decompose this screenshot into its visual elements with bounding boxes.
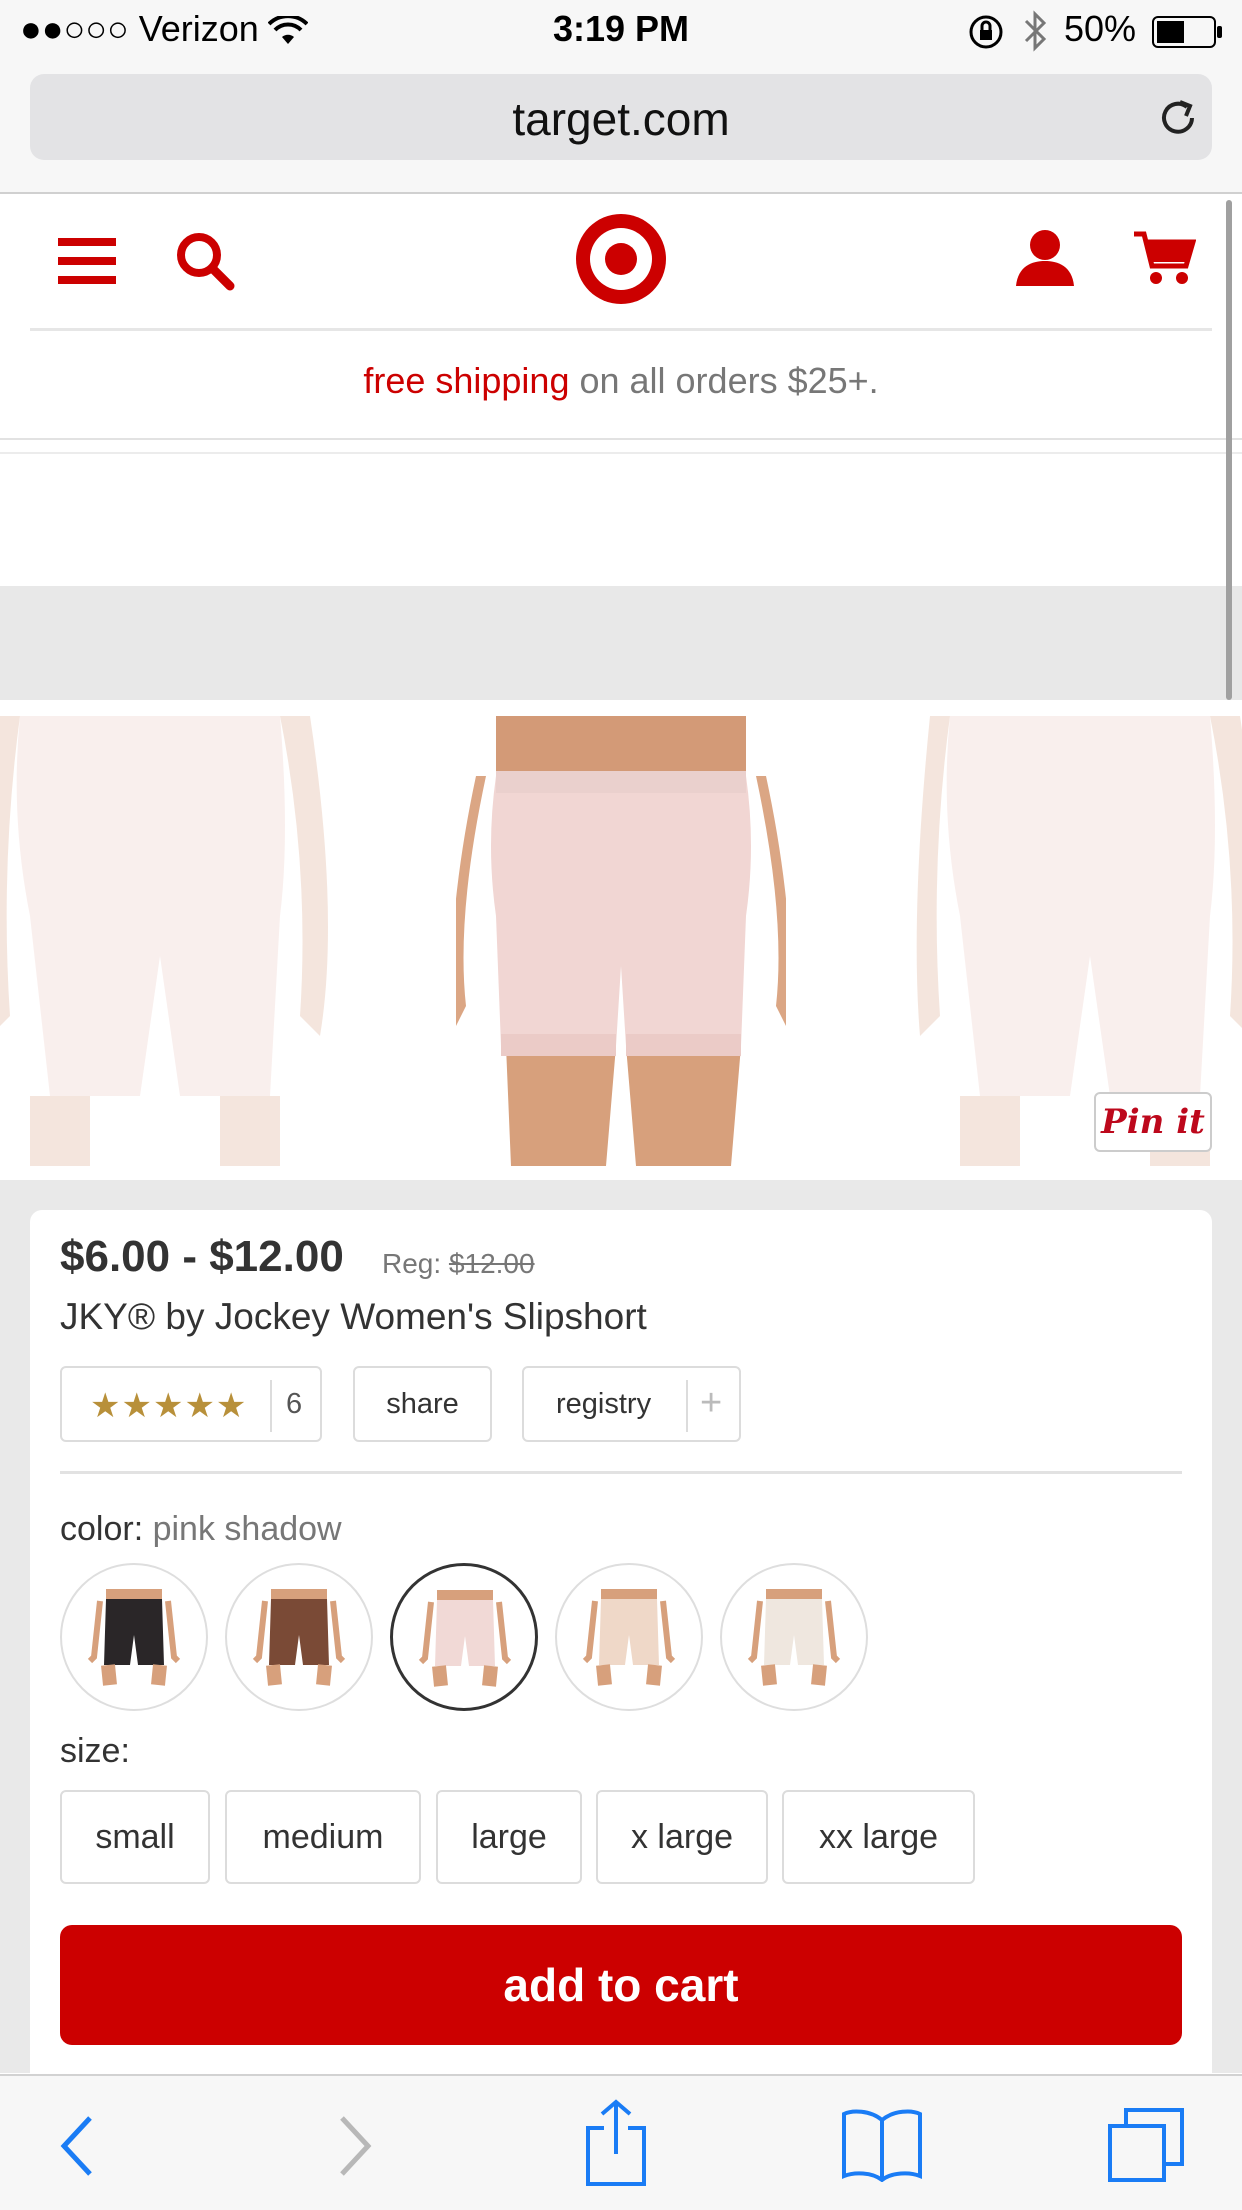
clock: 3:19 PM xyxy=(552,8,690,49)
swatch-thumbnail xyxy=(87,1589,181,1686)
color-label-text: color: xyxy=(60,1510,144,1548)
size-label: size: xyxy=(60,1732,130,1770)
plus-icon: + xyxy=(700,1382,723,1424)
swatch-thumbnail xyxy=(747,1589,841,1686)
tabs-icon[interactable] xyxy=(1106,2106,1186,2191)
registry-label: registry xyxy=(556,1388,652,1420)
product-image-back[interactable] xyxy=(0,716,340,1166)
bluetooth-icon xyxy=(1020,10,1050,57)
add-to-cart-button[interactable]: add to cart xyxy=(60,1925,1182,2045)
forward-icon[interactable] xyxy=(334,2114,374,2183)
search-icon[interactable] xyxy=(174,230,238,299)
size-medium-button[interactable]: medium xyxy=(225,1790,421,1884)
menu-icon[interactable] xyxy=(58,236,118,291)
site-header xyxy=(0,194,1242,328)
product-image-front[interactable] xyxy=(456,716,786,1166)
promo-banner[interactable]: free shipping on all orders $25+. xyxy=(0,331,1242,439)
color-value: pink shadow xyxy=(152,1510,342,1548)
size-xx-large-button[interactable]: xx large xyxy=(782,1790,975,1884)
share-icon[interactable] xyxy=(584,2098,648,2193)
divider xyxy=(686,1380,688,1432)
reg-label: Reg: xyxy=(382,1248,442,1279)
cart-icon[interactable] xyxy=(1132,228,1197,293)
url-text: target.com xyxy=(512,93,730,145)
back-icon[interactable] xyxy=(58,2114,98,2183)
product-title: JKY® by Jockey Women's Slipshort xyxy=(60,1296,647,1337)
reload-icon[interactable] xyxy=(1156,96,1200,145)
swatch-thumbnail xyxy=(252,1589,346,1686)
section-divider xyxy=(60,1471,1182,1474)
divider xyxy=(0,452,1242,454)
divider xyxy=(270,1380,272,1432)
color-swatch-ivory[interactable] xyxy=(720,1563,868,1711)
color-swatch-nude[interactable] xyxy=(555,1563,703,1711)
color-swatch-brown[interactable] xyxy=(225,1563,373,1711)
color-swatch-pink-shadow[interactable] xyxy=(390,1563,538,1711)
promo-highlight: free shipping xyxy=(363,360,570,401)
product-image-carousel[interactable] xyxy=(0,716,1242,1166)
browser-toolbar xyxy=(0,2074,1242,2210)
regular-price: Reg: $12.00 xyxy=(382,1248,535,1280)
divider xyxy=(0,438,1242,440)
battery-icon xyxy=(1152,16,1224,53)
account-icon[interactable] xyxy=(1014,228,1076,293)
size-small-button[interactable]: small xyxy=(60,1790,210,1884)
status-bar: ●●○○○ Verizon 3:19 PM 50% xyxy=(0,0,1242,62)
target-logo[interactable] xyxy=(576,214,666,309)
swatch-thumbnail xyxy=(582,1589,676,1686)
url-field[interactable]: target.com xyxy=(30,74,1212,160)
promo-text: on all orders $25+. xyxy=(569,360,879,401)
bookmarks-icon[interactable] xyxy=(840,2106,924,2187)
grey-band xyxy=(0,586,1242,700)
star-rating: ★★★★★ xyxy=(90,1387,248,1425)
registry-button[interactable]: registry + xyxy=(522,1366,741,1442)
reg-price: $12.00 xyxy=(448,1248,535,1279)
size-x-large-button[interactable]: x large xyxy=(596,1790,768,1884)
browser-address-bar: target.com xyxy=(0,62,1242,194)
price-range: $6.00 - $12.00 xyxy=(60,1232,344,1281)
rating-button[interactable]: ★★★★★ 6 xyxy=(60,1366,322,1442)
swatch-thumbnail xyxy=(418,1590,512,1687)
color-swatch-black[interactable] xyxy=(60,1563,208,1711)
rotation-lock-icon xyxy=(968,14,1004,55)
color-label: color: pink shadow xyxy=(60,1510,342,1549)
battery-percent: 50% xyxy=(1064,8,1137,49)
size-large-button[interactable]: large xyxy=(436,1790,582,1884)
share-button[interactable]: share xyxy=(353,1366,492,1442)
rating-count: 6 xyxy=(286,1388,303,1420)
scrollbar[interactable] xyxy=(1226,200,1232,700)
pin-it-button[interactable]: Pin it xyxy=(1094,1092,1212,1152)
